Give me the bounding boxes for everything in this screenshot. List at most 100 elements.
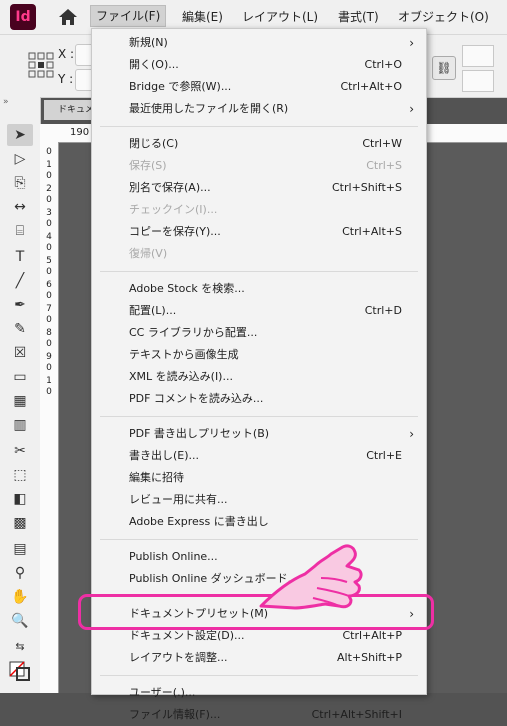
- menu-item[interactable]: XML を読み込み(I)...: [92, 366, 426, 388]
- menu-item[interactable]: PDF 書き出しプリセット(B) ›: [92, 423, 426, 445]
- menu-item-label: ユーザー(.)...: [129, 686, 196, 699]
- menu-item-label: 書き出し(E)...: [129, 449, 200, 462]
- ruler-digit: 0: [46, 339, 52, 349]
- selection-tool-icon[interactable]: ➤: [7, 124, 33, 146]
- gradient-swatch-tool-icon[interactable]: ◧: [7, 488, 33, 510]
- rectangle-frame-tool-icon[interactable]: ☒: [7, 342, 33, 364]
- menu-item-label: レイアウトを調整...: [129, 651, 228, 664]
- menu-separator: [100, 675, 418, 676]
- menu-item[interactable]: 別名で保存(A)... Ctrl+Shift+S: [92, 177, 426, 199]
- menu-item-label: 配置(L)...: [129, 304, 177, 317]
- menu-item[interactable]: コピーを保存(Y)... Ctrl+Alt+S: [92, 221, 426, 243]
- ruler-digit: 2: [46, 184, 52, 194]
- panel-collapse-icon[interactable]: »: [0, 97, 40, 109]
- pen-tool-icon[interactable]: ✒: [7, 294, 33, 316]
- shear-field[interactable]: [462, 70, 494, 92]
- menu-item[interactable]: 最近使用したファイルを開く(R) ›: [92, 98, 426, 120]
- menu-item-shortcut: Alt+Shift+P: [337, 651, 402, 664]
- pencil-tool-icon[interactable]: ✎: [7, 318, 33, 340]
- ruler-digit: 0: [46, 363, 52, 373]
- menu-item-label: Publish Online...: [129, 550, 218, 563]
- menu-item-label: 最近使用したファイルを開く(R): [129, 102, 289, 115]
- swap-fill-stroke-icon[interactable]: ⇆: [7, 636, 33, 658]
- menu-item-label: コピーを保存(Y)...: [129, 225, 221, 238]
- menu-item[interactable]: ファイル情報(F)... Ctrl+Alt+Shift+I: [92, 704, 426, 726]
- document-tab[interactable]: ドキュメント: [44, 100, 96, 120]
- menu-item[interactable]: チェックイン(I)...: [92, 199, 426, 221]
- chevron-right-icon: ›: [409, 102, 414, 116]
- ruler-digit: 3: [46, 208, 52, 218]
- ruler-digit: 5: [46, 256, 52, 266]
- grid-tool-icon[interactable]: ▥: [7, 414, 33, 436]
- menu-item[interactable]: Adobe Express に書き出し: [92, 511, 426, 533]
- menu-item[interactable]: レビュー用に共有...: [92, 489, 426, 511]
- page-tool-icon[interactable]: ⎘: [7, 172, 33, 194]
- menu-item[interactable]: Bridge で参照(W)... Ctrl+Alt+O: [92, 76, 426, 98]
- menu-item-shortcut: Ctrl+W: [362, 137, 402, 150]
- ruler-digit: 0: [46, 315, 52, 325]
- menu-item[interactable]: 開く(O)... Ctrl+O: [92, 54, 426, 76]
- chevron-right-icon: ›: [409, 36, 414, 50]
- menu-item-label: 開く(O)...: [129, 58, 179, 71]
- menu-item[interactable]: 書き出し(E)... Ctrl+E: [92, 445, 426, 467]
- home-icon[interactable]: [56, 7, 80, 27]
- menu-item[interactable]: 保存(S) Ctrl+S: [92, 155, 426, 177]
- hand-tool-icon[interactable]: ✋: [7, 586, 33, 608]
- scissors-tool-icon[interactable]: ✂: [7, 440, 33, 462]
- direct-selection-tool-icon[interactable]: ▷: [7, 148, 33, 170]
- menu-item[interactable]: 閉じる(C) Ctrl+W: [92, 133, 426, 155]
- gap-tool-icon[interactable]: ↔: [7, 196, 33, 218]
- type-tool-icon[interactable]: T: [7, 246, 33, 268]
- menu-item-shortcut: Ctrl+Alt+S: [342, 225, 402, 238]
- menu-item[interactable]: CC ライブラリから配置...: [92, 322, 426, 344]
- menu-item-label: レビュー用に共有...: [129, 493, 228, 506]
- menu-item[interactable]: 配置(L)... Ctrl+D: [92, 300, 426, 322]
- content-collector-icon[interactable]: ⌸: [7, 220, 33, 242]
- menu-item[interactable]: 復帰(V): [92, 243, 426, 265]
- note-tool-icon[interactable]: ▤: [7, 538, 33, 560]
- free-transform-tool-icon[interactable]: ⬚: [7, 464, 33, 486]
- gradient-feather-tool-icon[interactable]: ▩: [7, 512, 33, 534]
- menu-layout[interactable]: レイアウト(L): [242, 8, 318, 25]
- zoom-tool-icon[interactable]: 🔍: [7, 610, 33, 632]
- ruler-digit: 0: [46, 387, 52, 397]
- ruler-value: 190: [70, 127, 90, 138]
- fill-stroke-icon[interactable]: [7, 660, 33, 682]
- menu-item[interactable]: Adobe Stock を検索...: [92, 278, 426, 300]
- table-tool-icon[interactable]: ▦: [7, 390, 33, 412]
- ruler-digit: 0: [46, 291, 52, 301]
- menu-item-label: Bridge で参照(W)...: [129, 80, 232, 93]
- menu-item[interactable]: PDF コメントを読み込み...: [92, 388, 426, 410]
- menu-item-label: 閉じる(C): [129, 137, 179, 150]
- menu-item-label: PDF 書き出しプリセット(B): [129, 427, 270, 440]
- ruler-origin[interactable]: [40, 124, 64, 143]
- menu-item[interactable]: テキストから画像生成: [92, 344, 426, 366]
- ruler-digit: 7: [46, 304, 52, 314]
- menu-item-label: XML を読み込み(I)...: [129, 370, 233, 383]
- menu-item-shortcut: Ctrl+Alt+O: [340, 80, 402, 93]
- menu-item[interactable]: ユーザー(.)...: [92, 682, 426, 704]
- rectangle-tool-icon[interactable]: ▭: [7, 366, 33, 388]
- menu-separator: [100, 126, 418, 127]
- menu-item-shortcut: Ctrl+Shift+S: [332, 181, 402, 194]
- menu-item[interactable]: 新規(N) ›: [92, 32, 426, 54]
- menu-item[interactable]: 編集に招待: [92, 467, 426, 489]
- menu-item-label: Adobe Express に書き出し: [129, 515, 269, 528]
- reference-point-icon[interactable]: [28, 52, 54, 78]
- line-tool-icon[interactable]: ╱: [7, 270, 33, 292]
- menu-object[interactable]: オブジェクト(O): [398, 8, 489, 25]
- menu-file[interactable]: ファイル(F): [89, 5, 167, 27]
- eyedropper-tool-icon[interactable]: ⚲: [7, 562, 33, 584]
- menu-type[interactable]: 書式(T): [338, 8, 379, 25]
- menu-item-label: 復帰(V): [129, 247, 168, 260]
- menu-item-shortcut: Ctrl+E: [366, 449, 402, 462]
- rotation-field[interactable]: [462, 45, 494, 67]
- ruler-digit: 1: [46, 376, 52, 386]
- menu-item[interactable]: レイアウトを調整... Alt+Shift+P: [92, 647, 426, 669]
- menu-item-label: 保存(S): [129, 159, 167, 172]
- constrain-proportions-icon[interactable]: ⛓: [432, 56, 456, 80]
- menu-edit[interactable]: 編集(E): [182, 8, 223, 25]
- menu-item-label: テキストから画像生成: [129, 348, 239, 361]
- ruler-digit: 0: [46, 219, 52, 229]
- ruler-digit: 8: [46, 328, 52, 338]
